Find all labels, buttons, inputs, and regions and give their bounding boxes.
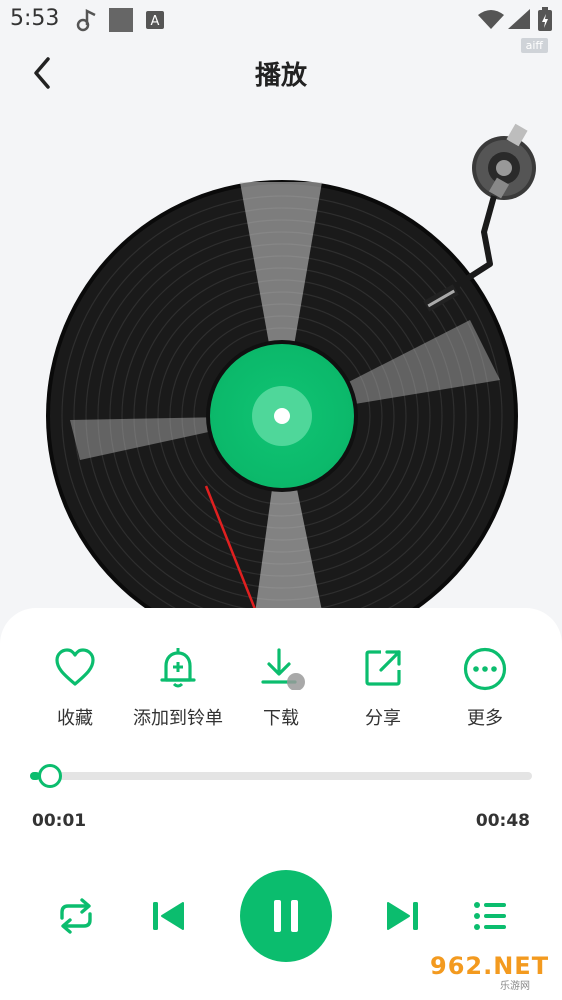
more-label: 更多: [467, 708, 503, 729]
progress-thumb[interactable]: [38, 764, 62, 788]
bell-plus-icon: [160, 648, 196, 688]
repeat-button[interactable]: [54, 896, 98, 940]
share-label: 分享: [365, 708, 401, 729]
watermark-sub: 乐游网: [500, 981, 530, 992]
add-to-ringtone-list-label: 添加到铃单: [133, 708, 223, 729]
add-to-ringtone-list-button[interactable]: 添加到铃单: [123, 646, 233, 730]
playlist-button[interactable]: [472, 898, 508, 938]
favorite-button[interactable]: 收藏: [20, 646, 130, 730]
total-time: 00:48: [475, 811, 530, 831]
wifi-icon: [478, 9, 504, 33]
vinyl-record-artwork: [0, 120, 562, 610]
watermark-logo: 962.NET 乐游网: [424, 950, 556, 994]
battery-charging-icon: [538, 7, 552, 35]
player-controls: [0, 870, 562, 962]
watermark-main: 962.NET: [430, 952, 550, 980]
app-header: 播放: [0, 45, 562, 101]
more-icon: [463, 647, 507, 691]
pause-icon: [274, 900, 298, 932]
current-time: 00:01: [32, 811, 87, 831]
page-title: 播放: [254, 61, 307, 91]
signal-icon: [508, 9, 530, 33]
more-button[interactable]: 更多: [430, 646, 540, 730]
gray-square-icon: [109, 8, 133, 36]
skip-previous-icon: [153, 902, 184, 930]
progress-slider[interactable]: [30, 762, 532, 792]
action-bar: 收藏 添加到铃单 下载 分享 更多: [0, 646, 562, 736]
share-button[interactable]: 分享: [328, 646, 438, 730]
share-icon: [365, 650, 401, 686]
a-badge-icon: A: [146, 11, 164, 33]
playlist-icon: [474, 902, 506, 930]
music-note-icon: [76, 8, 98, 36]
download-button[interactable]: 下载: [226, 646, 336, 730]
previous-button[interactable]: [150, 898, 186, 938]
status-time: 5:53: [10, 6, 60, 31]
status-bar: 5:53 A aiff: [0, 0, 562, 53]
svg-text:A: A: [151, 14, 160, 29]
pause-button[interactable]: [240, 870, 332, 962]
repeat-icon: [60, 898, 92, 934]
skip-next-icon: [387, 902, 418, 930]
heart-icon: [55, 648, 95, 686]
player-panel: 收藏 添加到铃单 下载 分享 更多 00:01 00:48 962.NET 乐游…: [0, 608, 562, 1000]
favorite-label: 收藏: [57, 708, 93, 729]
progress-track: [30, 772, 532, 780]
next-button[interactable]: [385, 898, 421, 938]
download-label: 下载: [263, 708, 299, 729]
download-icon: [261, 648, 305, 690]
